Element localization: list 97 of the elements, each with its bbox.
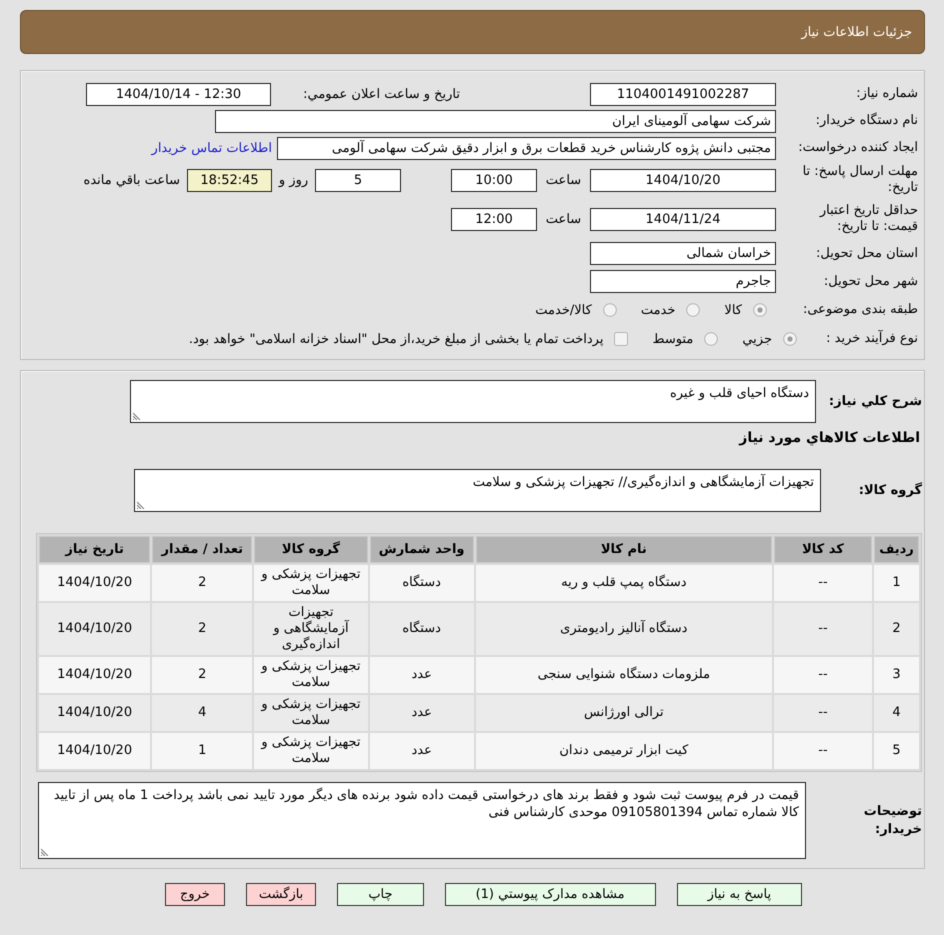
table-cell: کیت ابزار ترمیمی دندان <box>476 733 772 769</box>
summary-field[interactable]: دستگاه احیای قلب و غیره <box>130 380 816 423</box>
field-label: تاریخ و ساعت اعلان عمومي: <box>302 86 460 102</box>
radio-button[interactable] <box>783 332 797 346</box>
buyer-name-field[interactable]: شرکت سهامی آلومینای ایران <box>215 110 776 132</box>
table-cell: دستگاه پمپ قلب و ریه <box>476 565 772 601</box>
column-header[interactable]: کد کالا <box>774 536 872 563</box>
option-label: خدمت <box>640 302 676 318</box>
option-label: جزيي <box>742 332 772 346</box>
table-cell: عدد <box>370 657 474 693</box>
remaining-time-field[interactable]: 18:52:45 <box>187 168 272 192</box>
field-label: طبقه بندی موضوعی: <box>802 302 918 318</box>
table-cell: تجهیزات آزمایشگاهی و اندازه‌گیری <box>254 603 368 655</box>
field-label: حداقل تاریخ اعتبار قیمت: تا تاریخ: <box>818 203 918 235</box>
table-cell: 3 <box>874 657 919 693</box>
announcement-date-field[interactable]: 1404/10/14 - 12:30 <box>86 82 271 106</box>
table-cell: 1 <box>874 565 919 601</box>
action-button[interactable]: پاسخ به نیاز <box>676 883 802 906</box>
table-cell: -- <box>774 733 872 769</box>
resize-grip-icon[interactable] <box>137 501 145 509</box>
field-label: توضیحات خریدار: <box>862 802 922 838</box>
field-label: نوع فرآیند خرید : <box>825 331 918 347</box>
column-header[interactable]: نام کالا <box>476 536 772 563</box>
field-label: شماره نیاز: <box>855 86 918 102</box>
resize-grip-icon[interactable] <box>41 848 49 856</box>
table-cell: 1404/10/20 <box>39 603 150 655</box>
column-header[interactable]: ردیف <box>874 536 919 563</box>
resize-grip-icon[interactable] <box>133 412 141 420</box>
field-label: استان محل تحویل: <box>815 246 918 262</box>
field-label: شرح کلي نياز: <box>828 392 922 410</box>
table-cell: 1404/10/20 <box>39 657 150 693</box>
cancel-button[interactable]: خروج <box>164 883 225 906</box>
column-header[interactable]: تاریخ نیاز <box>39 536 150 563</box>
checkbox[interactable] <box>614 332 628 346</box>
deadline-time-field[interactable]: 10:00 <box>451 168 537 192</box>
contact-link[interactable]: اطلاعات تماس خریدار <box>152 140 272 156</box>
table-cell: تجهیزات پزشکی و سلامت <box>254 733 368 769</box>
cancel-button[interactable]: بازگشت <box>246 883 316 906</box>
option-label: کالا/خدمت <box>535 302 592 318</box>
validity-date-field[interactable]: 1404/11/24 <box>590 208 776 230</box>
field-label: مهلت ارسال پاسخ: تا تاریخ: <box>802 164 918 196</box>
table-cell: 4 <box>152 695 252 731</box>
radio-button[interactable] <box>602 303 617 317</box>
table-cell: -- <box>774 695 872 731</box>
radio-button[interactable] <box>704 332 718 346</box>
field-label: ساعت <box>544 172 582 188</box>
table-cell: دستگاه آنالیز رادیومتری <box>476 603 772 655</box>
option-label: پرداخت تمام یا بخشی از مبلغ خرید،از محل "اسناد خزانه اسلامی" خواهد بود. <box>188 332 604 346</box>
item-group-field[interactable]: تجهیزات آزمایشگاهی و اندازه‌گیری// تجهیزات پزشکی و سلامت <box>134 469 821 512</box>
field-label: شهر محل تحویل: <box>822 274 918 290</box>
table-cell: 1404/10/20 <box>39 565 150 601</box>
table-cell: 2 <box>152 603 252 655</box>
days-field[interactable]: 5 <box>315 168 401 192</box>
radio-button[interactable] <box>686 303 700 317</box>
table-cell: 1404/10/20 <box>39 695 150 731</box>
table-cell: 2 <box>874 603 919 655</box>
section-title: اطلاعات کالاهاي مورد نياز <box>739 429 921 447</box>
field-label: ساعت باقي مانده <box>84 172 180 188</box>
column-header[interactable]: گروه کالا <box>254 536 368 563</box>
radio-button[interactable] <box>753 303 767 317</box>
table-cell: دستگاه <box>370 603 474 655</box>
table-cell: 5 <box>874 733 919 769</box>
table-cell: تجهیزات پزشکی و سلامت <box>254 695 368 731</box>
field-label: ساعت <box>544 212 582 226</box>
table-cell: دستگاه <box>370 565 474 601</box>
table-cell: 4 <box>874 695 919 731</box>
deadline-date-field[interactable]: 1404/10/20 <box>590 168 776 192</box>
table-cell: ترالی اورژانس <box>476 695 772 731</box>
page-title: جزئیات اطلاعات نیاز <box>801 24 912 40</box>
city-field[interactable]: جاجرم <box>590 270 776 293</box>
field-label: گروه کالا: <box>858 482 922 500</box>
table-cell: 2 <box>152 657 252 693</box>
table-cell: تجهیزات پزشکی و سلامت <box>254 657 368 693</box>
column-header[interactable]: واحد شمارش <box>370 536 474 563</box>
table-cell: -- <box>774 657 872 693</box>
field-label: روز و <box>277 172 310 188</box>
buyer-notes-field[interactable]: قیمت در فرم پیوست ثبت شود و فقط برند های درخواستی قیمت داده شود برنده های دیگر مورد تایید نمی باشد پرداخت 1 ماه پس از تایید کالا شماره تماس 09105801394 موحدی کارشناس فنی <box>38 782 806 859</box>
need-number-field[interactable]: 1104001491002287 <box>590 82 776 106</box>
option-label: متوسط <box>652 332 694 346</box>
field-label: نام دستگاه خریدار: <box>814 113 918 129</box>
field-label: ایجاد کننده درخواست: <box>797 140 918 156</box>
requester-field[interactable]: مجتبی دانش پژوه کارشناس خرید قطعات برق و ابزار دقیق شرکت سهامی آلومی <box>277 136 776 160</box>
table-cell: ملزومات دستگاه شنوایی سنجی <box>476 657 772 693</box>
table-cell: تجهیزات پزشکی و سلامت <box>254 565 368 601</box>
table-cell: -- <box>774 603 872 655</box>
table-cell: 2 <box>152 565 252 601</box>
table-cell: -- <box>774 565 872 601</box>
table-cell: عدد <box>370 733 474 769</box>
column-header[interactable]: تعداد / مقدار <box>152 536 252 563</box>
table-cell: 1404/10/20 <box>39 733 150 769</box>
table-cell: 1 <box>152 733 252 769</box>
action-button[interactable]: مشاهده مدارک پیوستي (1) <box>444 883 656 906</box>
action-button[interactable]: چاپ <box>337 883 424 906</box>
option-label: کالا <box>724 302 742 318</box>
validity-time-field[interactable]: 12:00 <box>451 208 537 230</box>
table-cell: عدد <box>370 695 474 731</box>
province-field[interactable]: خراسان شمالی <box>590 242 776 265</box>
